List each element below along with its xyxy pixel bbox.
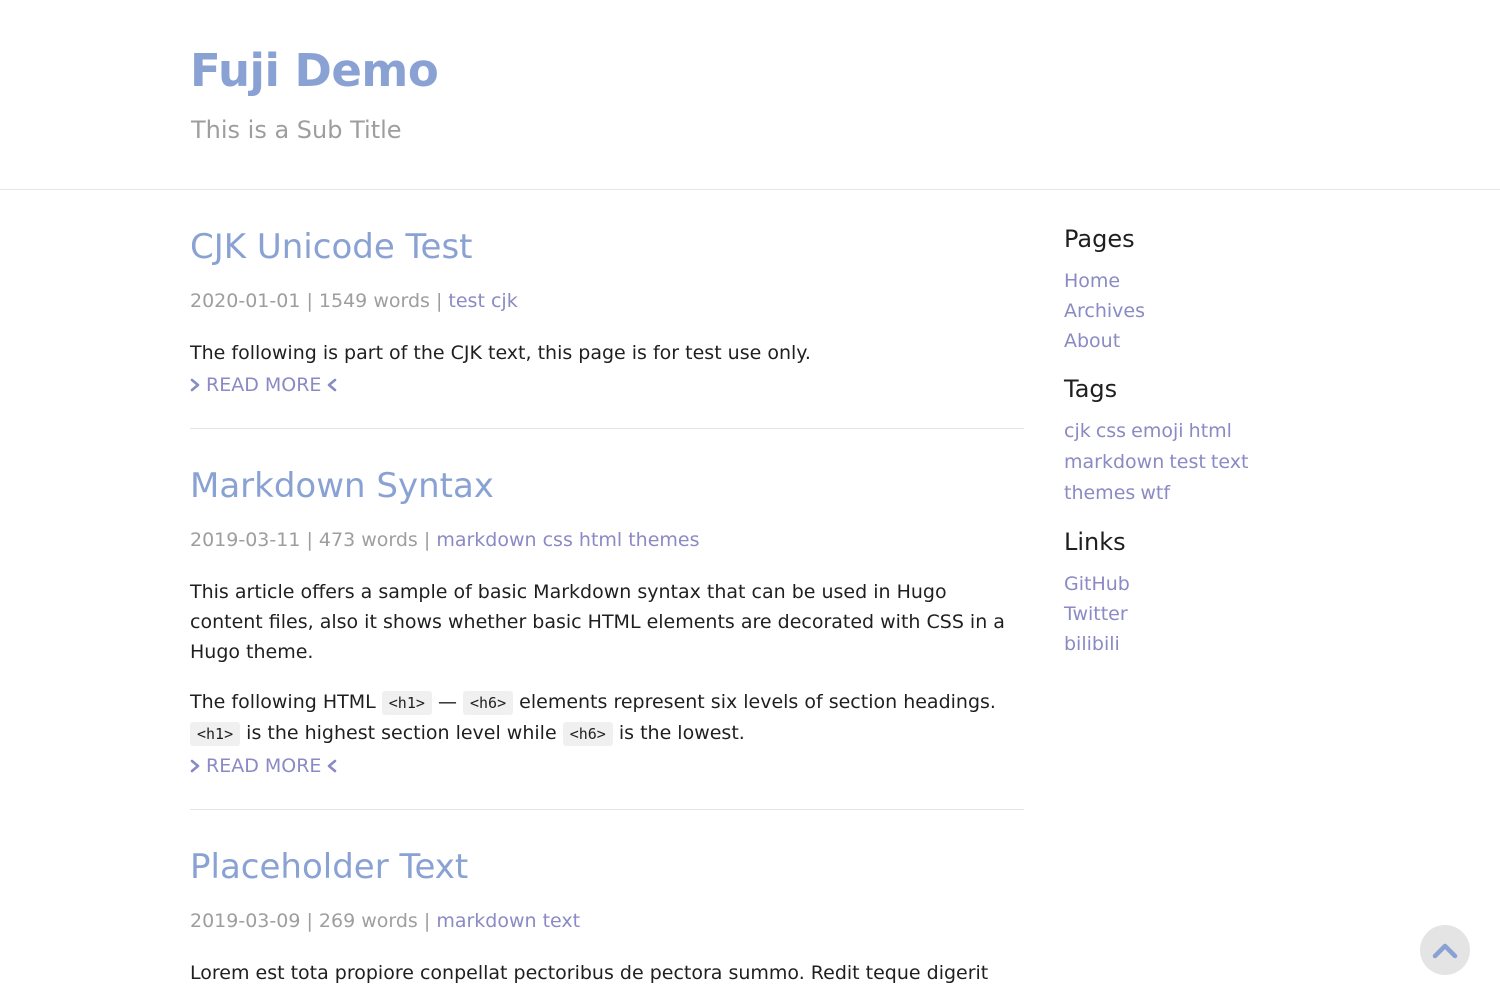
- post-tags: markdown text: [436, 910, 580, 932]
- post-tag-link[interactable]: css: [543, 529, 573, 551]
- back-to-top-button[interactable]: [1420, 925, 1470, 975]
- summary-text: —: [437, 691, 457, 713]
- chevron-right-icon: [190, 378, 200, 392]
- meta-separator: |: [435, 290, 449, 312]
- pages-heading: Pages: [1064, 225, 1135, 253]
- post-word-count: 1549 words: [318, 290, 430, 312]
- read-more-link[interactable]: READ MORE: [190, 372, 1024, 398]
- tag-link-cjk[interactable]: cjk: [1064, 420, 1091, 442]
- pages-list: Home Archives About: [1064, 266, 1364, 356]
- post-tag-link[interactable]: markdown: [436, 910, 536, 932]
- meta-separator: |: [423, 910, 437, 932]
- chevron-right-icon: [190, 759, 200, 773]
- summary-text: The following HTML: [190, 691, 376, 713]
- tag-link-emoji[interactable]: emoji: [1131, 420, 1183, 442]
- read-more-link[interactable]: READ MORE: [190, 753, 1024, 779]
- post-tag-link[interactable]: cjk: [491, 290, 518, 312]
- summary-text: elements represent six levels of section…: [519, 691, 996, 713]
- meta-separator: |: [306, 910, 319, 932]
- summary-paragraph: The following HTML <h1> — <h6> elements …: [190, 687, 1024, 749]
- tag-cloud: cjk css emoji html markdown test text th…: [1064, 416, 1264, 509]
- post-date: 2020-01-01: [190, 290, 301, 312]
- post-title[interactable]: Markdown Syntax: [190, 429, 1024, 507]
- site-title[interactable]: Fuji Demo: [190, 44, 439, 97]
- post-date: 2019-03-09: [190, 910, 301, 932]
- post-summary: The following is part of the CJK text, t…: [190, 338, 1024, 368]
- meta-separator: |: [306, 290, 319, 312]
- inline-code: <h1>: [190, 722, 241, 746]
- post-title[interactable]: CJK Unicode Test: [190, 190, 1024, 268]
- chevron-left-icon: [328, 759, 337, 773]
- tag-link-markdown[interactable]: markdown: [1064, 451, 1164, 473]
- tag-link-text[interactable]: text: [1211, 451, 1249, 473]
- post-tag-link[interactable]: test: [448, 290, 485, 312]
- external-link-github[interactable]: GitHub: [1064, 569, 1364, 599]
- summary-paragraph: Lorem est tota propiore conpellat pector…: [190, 962, 989, 984]
- summary-text: is the highest section level while: [246, 722, 557, 744]
- page-link-home[interactable]: Home: [1064, 266, 1364, 296]
- sidebar: Pages Home Archives About Tags cjk css e…: [1064, 222, 1364, 675]
- post-tag-link[interactable]: themes: [628, 529, 699, 551]
- inline-code: <h1>: [381, 691, 432, 715]
- read-more-label: READ MORE: [206, 374, 322, 396]
- meta-separator: |: [423, 529, 437, 551]
- tag-link-themes[interactable]: themes: [1064, 482, 1135, 504]
- tag-link-css[interactable]: css: [1096, 420, 1126, 442]
- post-date: 2019-03-11: [190, 529, 301, 551]
- post-card: Placeholder Text 2019-03-09 | 269 words …: [190, 810, 1024, 988]
- chevron-left-icon: [328, 378, 337, 392]
- site-header: Fuji Demo This is a Sub Title: [0, 0, 1500, 190]
- post-list: CJK Unicode Test 2020-01-01 | 1549 words…: [190, 190, 1024, 988]
- inline-code: <h6>: [562, 722, 613, 746]
- chevron-up-icon: [1432, 943, 1458, 959]
- post-tag-link[interactable]: markdown: [436, 529, 536, 551]
- external-link-twitter[interactable]: Twitter: [1064, 599, 1364, 629]
- page-link-archives[interactable]: Archives: [1064, 296, 1364, 326]
- tag-link-test[interactable]: test: [1169, 451, 1206, 473]
- site-subtitle: This is a Sub Title: [191, 116, 402, 144]
- post-word-count: 473 words: [318, 529, 418, 551]
- external-link-bilibili[interactable]: bilibili: [1064, 629, 1364, 659]
- post-meta: 2019-03-11 | 473 words | markdown css ht…: [190, 527, 1024, 553]
- post-card: CJK Unicode Test 2020-01-01 | 1549 words…: [190, 190, 1024, 429]
- post-meta: 2019-03-09 | 269 words | markdown text: [190, 908, 1024, 934]
- tag-link-wtf[interactable]: wtf: [1140, 482, 1170, 504]
- post-tags: markdown css html themes: [436, 529, 699, 551]
- post-summary: This article offers a sample of basic Ma…: [190, 577, 1024, 749]
- inline-code: <h6>: [462, 691, 514, 715]
- post-tag-link[interactable]: text: [543, 910, 581, 932]
- post-meta: 2020-01-01 | 1549 words | test cjk: [190, 288, 1024, 314]
- summary-paragraph: The following is part of the CJK text, t…: [190, 342, 811, 364]
- meta-separator: |: [306, 529, 319, 551]
- page-link-about[interactable]: About: [1064, 326, 1364, 356]
- summary-text: is the lowest.: [618, 722, 745, 744]
- post-summary: Lorem est tota propiore conpellat pector…: [190, 958, 1024, 988]
- post-tags: test cjk: [448, 290, 517, 312]
- summary-paragraph: This article offers a sample of basic Ma…: [190, 581, 1005, 663]
- links-heading: Links: [1064, 528, 1126, 556]
- links-list: GitHub Twitter bilibili: [1064, 569, 1364, 659]
- post-word-count: 269 words: [318, 910, 418, 932]
- tag-link-html[interactable]: html: [1189, 420, 1232, 442]
- post-title[interactable]: Placeholder Text: [190, 810, 1024, 888]
- read-more-label: READ MORE: [206, 755, 322, 777]
- post-card: Markdown Syntax 2019-03-11 | 473 words |…: [190, 429, 1024, 810]
- post-tag-link[interactable]: html: [579, 529, 622, 551]
- tags-heading: Tags: [1064, 375, 1118, 403]
